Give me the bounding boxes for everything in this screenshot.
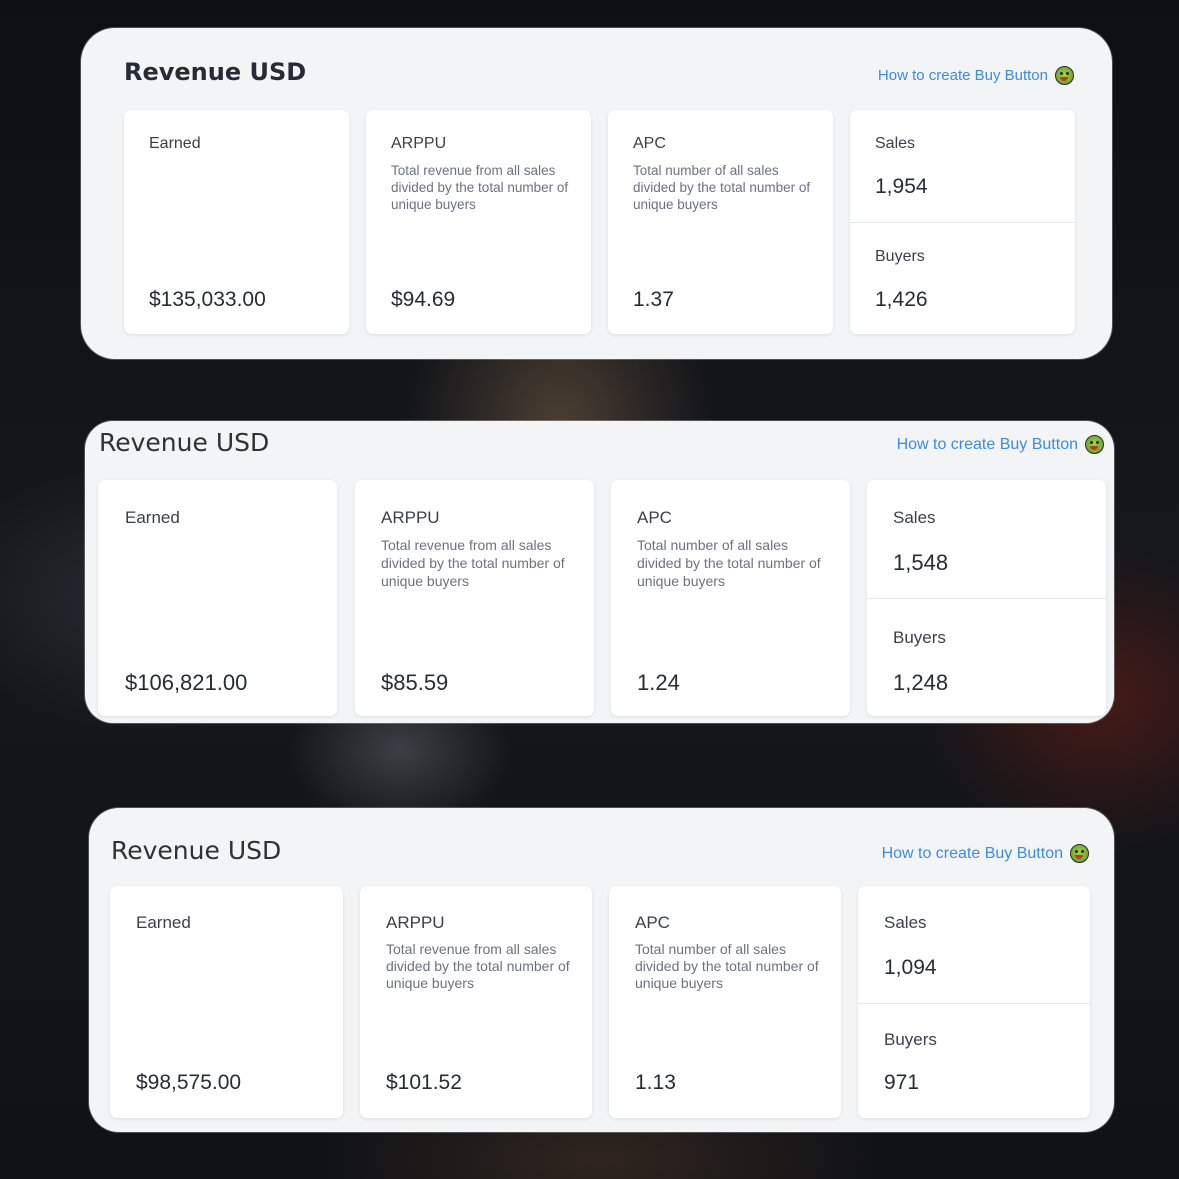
arppu-card: ARPPU Total revenue from all sales divid… — [360, 886, 592, 1118]
apc-value: 1.37 — [633, 288, 674, 311]
earned-card: Earned $106,821.00 — [98, 480, 337, 716]
how-to-create-buy-button-link[interactable]: How to create Buy Button — [878, 66, 1074, 85]
tongue-face-icon — [1085, 435, 1104, 454]
arppu-value: $101.52 — [386, 1071, 462, 1094]
earned-value: $135,033.00 — [149, 288, 266, 311]
apc-card: APC Total number of all sales divided by… — [611, 480, 850, 716]
card-divider — [858, 1003, 1090, 1004]
sales-value: 1,548 — [893, 550, 949, 575]
revenue-panel-2: Revenue USD How to create Buy Button Ear… — [85, 421, 1114, 723]
earned-value: $98,575.00 — [136, 1071, 242, 1094]
buyers-value: 971 — [884, 1071, 920, 1094]
apc-description: Total number of all sales divided by the… — [637, 537, 821, 589]
help-link-label: How to create Buy Button — [896, 435, 1078, 453]
sales-buyers-card: Sales 1,954 Buyers 1,426 — [850, 110, 1075, 334]
arppu-label: ARPPU — [381, 508, 440, 527]
arppu-description: Total revenue from all sales divided by … — [386, 941, 570, 991]
arppu-value: $85.59 — [381, 670, 449, 695]
apc-label: APC — [637, 508, 672, 527]
arppu-label: ARPPU — [391, 135, 447, 152]
apc-card: APC Total number of all sales divided by… — [608, 110, 833, 334]
help-link-label: How to create Buy Button — [881, 844, 1063, 862]
buyers-value: 1,426 — [875, 288, 928, 311]
buyers-label: Buyers — [875, 248, 925, 265]
how-to-create-buy-button-link[interactable]: How to create Buy Button — [882, 844, 1089, 863]
apc-label: APC — [633, 135, 666, 152]
arppu-description: Total revenue from all sales divided by … — [391, 163, 569, 212]
sales-value: 1,094 — [884, 956, 937, 979]
sales-label: Sales — [884, 913, 927, 932]
sales-label: Sales — [875, 135, 916, 152]
apc-description: Total number of all sales divided by the… — [633, 163, 811, 212]
tongue-face-icon — [1070, 844, 1089, 863]
apc-value: 1.13 — [635, 1071, 676, 1094]
tongue-face-icon — [1055, 66, 1074, 85]
arppu-label: ARPPU — [386, 913, 445, 932]
arppu-description: Total revenue from all sales divided by … — [381, 537, 565, 589]
buyers-value: 1,248 — [893, 670, 949, 695]
sales-buyers-card: Sales 1,548 Buyers 1,248 — [867, 480, 1106, 716]
help-link-label: How to create Buy Button — [877, 67, 1048, 84]
sales-label: Sales — [893, 508, 936, 527]
earned-label: Earned — [136, 913, 191, 932]
earned-card: Earned $98,575.00 — [110, 886, 343, 1118]
earned-label: Earned — [149, 135, 201, 152]
revenue-panel-3: Revenue USD How to create Buy Button Ear… — [89, 808, 1114, 1132]
sales-value: 1,954 — [875, 175, 928, 198]
arppu-card: ARPPU Total revenue from all sales divid… — [355, 480, 594, 716]
card-divider — [867, 598, 1106, 599]
earned-value: $106,821.00 — [125, 670, 248, 695]
revenue-panel-1: Revenue USD How to create Buy Button Ear… — [81, 28, 1112, 359]
apc-card: APC Total number of all sales divided by… — [609, 886, 841, 1118]
apc-description: Total number of all sales divided by the… — [635, 941, 819, 991]
apc-value: 1.24 — [637, 670, 680, 695]
how-to-create-buy-button-link[interactable]: How to create Buy Button — [897, 435, 1104, 454]
panel-title: Revenue USD — [99, 428, 270, 457]
arppu-value: $94.69 — [391, 288, 456, 311]
panel-title: Revenue USD — [111, 836, 282, 865]
earned-label: Earned — [125, 508, 180, 527]
apc-label: APC — [635, 913, 670, 932]
earned-card: Earned $135,033.00 — [124, 110, 349, 334]
buyers-label: Buyers — [884, 1030, 937, 1049]
panel-title: Revenue USD — [124, 58, 307, 86]
card-divider — [850, 222, 1075, 223]
buyers-label: Buyers — [893, 628, 946, 647]
arppu-card: ARPPU Total revenue from all sales divid… — [366, 110, 591, 334]
sales-buyers-card: Sales 1,094 Buyers 971 — [858, 886, 1090, 1118]
